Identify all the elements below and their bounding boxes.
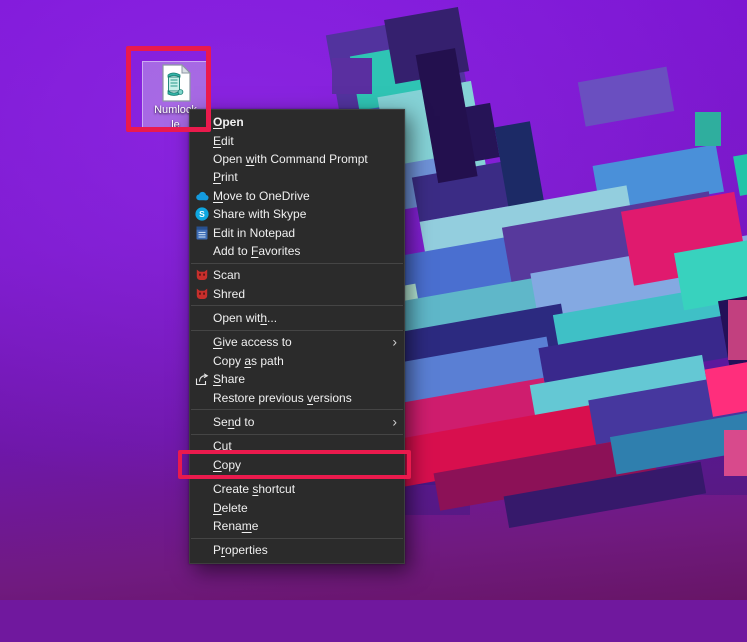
menu-item-label: Rename bbox=[213, 519, 258, 533]
menu-item-rename[interactable]: Rename bbox=[190, 517, 404, 535]
menu-item-send-to[interactable]: Send to › bbox=[190, 413, 404, 431]
menu-item-label: Create shortcut bbox=[213, 482, 295, 496]
menu-item-label: Open with... bbox=[213, 311, 277, 325]
icon-spacer bbox=[195, 244, 209, 258]
vbs-script-file-icon bbox=[159, 64, 193, 102]
icon-spacer bbox=[195, 543, 209, 557]
notepad-icon bbox=[195, 226, 209, 240]
menu-item-label: Edit bbox=[213, 134, 234, 148]
icon-spacer bbox=[195, 482, 209, 496]
menu-item-label: Send to bbox=[213, 415, 254, 429]
menu-separator bbox=[191, 409, 403, 410]
menu-item-move-to-onedrive[interactable]: Move to OneDrive bbox=[190, 187, 404, 205]
menu-item-open[interactable]: Open bbox=[190, 113, 404, 131]
icon-spacer bbox=[195, 501, 209, 515]
icon-spacer bbox=[195, 134, 209, 148]
submenu-arrow-icon: › bbox=[392, 335, 397, 349]
menu-item-label: Edit in Notepad bbox=[213, 226, 295, 240]
menu-item-label: Share with Skype bbox=[213, 207, 306, 221]
menu-item-edit-in-notepad[interactable]: Edit in Notepad bbox=[190, 223, 404, 241]
menu-item-label: Move to OneDrive bbox=[213, 189, 310, 203]
icon-spacer bbox=[195, 311, 209, 325]
menu-item-print[interactable]: Print bbox=[190, 168, 404, 186]
icon-spacer bbox=[195, 152, 209, 166]
icon-spacer bbox=[195, 115, 209, 129]
menu-item-properties[interactable]: Properties bbox=[190, 541, 404, 559]
menu-item-label: Delete bbox=[213, 501, 248, 515]
menu-item-scan[interactable]: Scan bbox=[190, 266, 404, 284]
menu-separator bbox=[191, 434, 403, 435]
menu-item-cut[interactable]: Cut bbox=[190, 437, 404, 455]
icon-spacer bbox=[195, 170, 209, 184]
menu-item-edit[interactable]: Edit bbox=[190, 131, 404, 149]
menu-separator bbox=[191, 477, 403, 478]
menu-item-copy[interactable]: Copy bbox=[190, 456, 404, 474]
icon-spacer bbox=[195, 335, 209, 349]
menu-item-share[interactable]: Share bbox=[190, 370, 404, 388]
menu-item-label: Share bbox=[213, 372, 245, 386]
menu-item-add-to-favorites[interactable]: Add to Favorites bbox=[190, 242, 404, 260]
menu-item-open-with[interactable]: Open with... bbox=[190, 309, 404, 327]
menu-separator bbox=[191, 330, 403, 331]
shred-icon bbox=[195, 287, 209, 301]
menu-separator bbox=[191, 538, 403, 539]
skype-icon: S bbox=[195, 207, 209, 221]
desktop-icon-label-line2: le bbox=[171, 118, 180, 132]
svg-text:S: S bbox=[199, 209, 205, 219]
icon-spacer bbox=[195, 519, 209, 533]
menu-item-label: Copy as path bbox=[213, 354, 284, 368]
context-menu: Open Edit Open with Command Prompt Print Mov… bbox=[189, 109, 405, 564]
menu-item-label: Cut bbox=[213, 439, 232, 453]
menu-item-label: Restore previous versions bbox=[213, 391, 352, 405]
menu-item-create-shortcut[interactable]: Create shortcut bbox=[190, 480, 404, 498]
menu-item-share-with-skype[interactable]: S Share with Skype bbox=[190, 205, 404, 223]
scan-icon bbox=[195, 268, 209, 282]
menu-item-copy-as-path[interactable]: Copy as path bbox=[190, 352, 404, 370]
menu-separator bbox=[191, 263, 403, 264]
menu-item-label: Shred bbox=[213, 287, 245, 301]
menu-item-delete[interactable]: Delete bbox=[190, 498, 404, 516]
menu-item-label: Print bbox=[213, 170, 238, 184]
icon-spacer bbox=[195, 391, 209, 405]
menu-item-label: Copy bbox=[213, 458, 241, 472]
onedrive-icon bbox=[195, 189, 209, 203]
share-icon bbox=[195, 372, 209, 386]
menu-item-restore-previous-versions[interactable]: Restore previous versions bbox=[190, 388, 404, 406]
submenu-arrow-icon: › bbox=[392, 414, 397, 428]
menu-item-shred[interactable]: Shred bbox=[190, 285, 404, 303]
icon-spacer bbox=[195, 439, 209, 453]
icon-spacer bbox=[195, 458, 209, 472]
menu-item-label: Add to Favorites bbox=[213, 244, 300, 258]
menu-item-label: Open with Command Prompt bbox=[213, 152, 368, 166]
menu-item-give-access-to[interactable]: Give access to › bbox=[190, 333, 404, 351]
menu-separator bbox=[191, 305, 403, 306]
menu-item-label: Scan bbox=[213, 268, 240, 282]
icon-spacer bbox=[195, 415, 209, 429]
menu-item-label: Give access to bbox=[213, 335, 292, 349]
menu-item-open-with-command-prompt[interactable]: Open with Command Prompt bbox=[190, 150, 404, 168]
menu-item-label: Properties bbox=[213, 543, 268, 557]
menu-item-label: Open bbox=[213, 115, 244, 129]
icon-spacer bbox=[195, 354, 209, 368]
